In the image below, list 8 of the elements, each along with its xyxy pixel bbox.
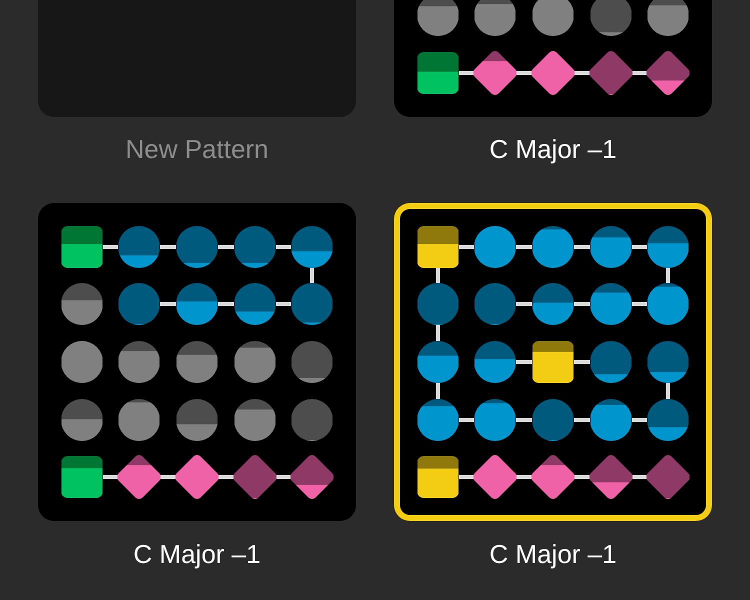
square-node [416,226,459,268]
pattern-name: C Major –1 [489,134,617,164]
pattern-card[interactable] [394,0,712,117]
pattern-name: C Major –1 [489,538,617,569]
pattern-name: C Major –1 [133,538,261,569]
new-pattern-label: New Pattern [125,134,269,164]
pattern-card[interactable] [394,202,712,521]
pattern-card[interactable] [38,202,356,521]
